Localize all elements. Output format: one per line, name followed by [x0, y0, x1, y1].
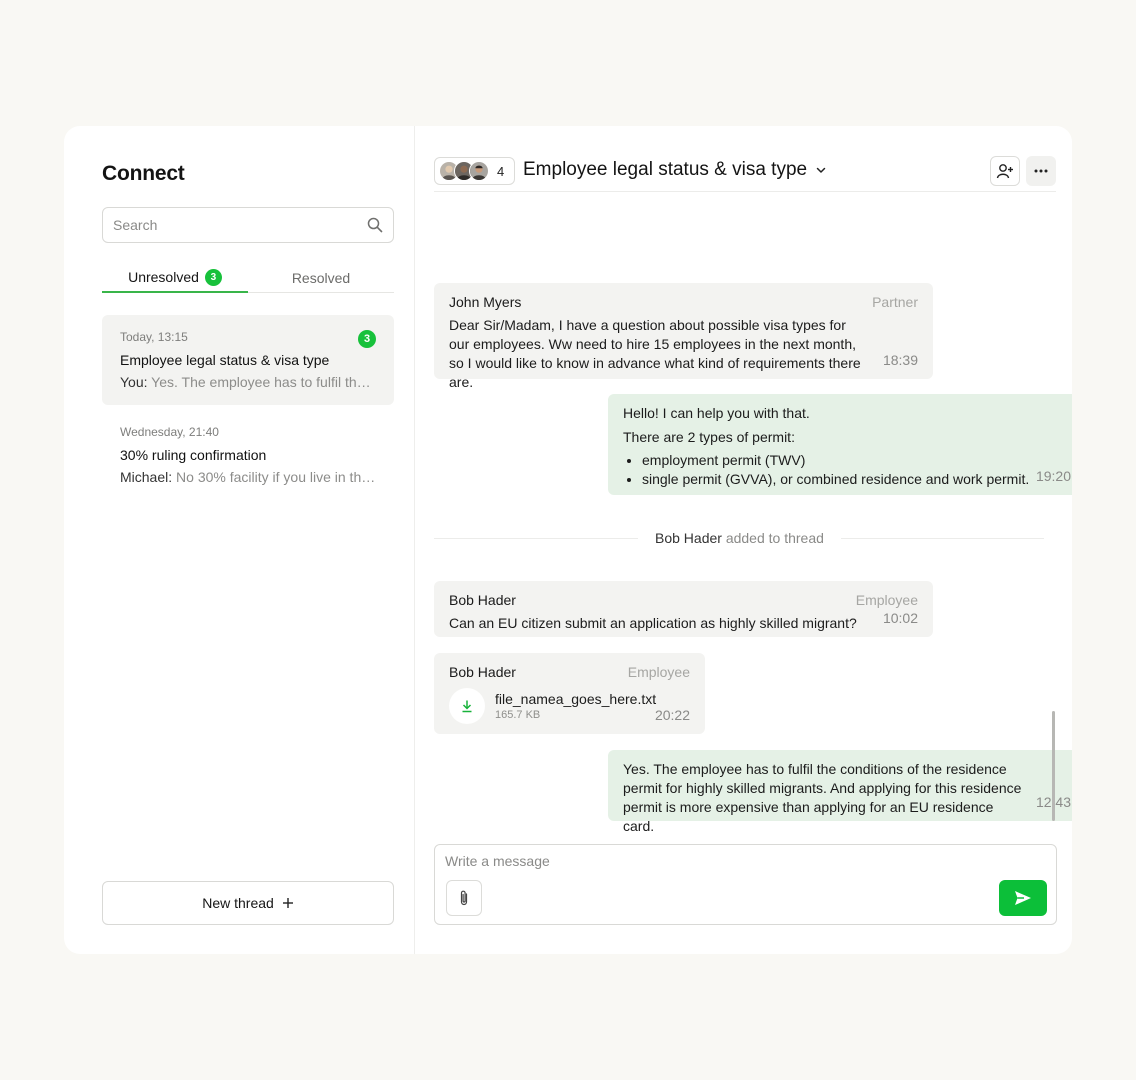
sender-name: John Myers	[449, 294, 522, 310]
message-text: Hello! I can help you with that.	[623, 405, 810, 421]
event-action: added to thread	[725, 530, 824, 546]
download-button[interactable]	[449, 688, 485, 724]
sender-role: Partner	[872, 294, 918, 310]
preview-sender: Michael:	[120, 469, 173, 485]
file-attachment[interactable]: file_namea_goes_here.txt 165.7 KB	[449, 688, 690, 724]
thread-tabs: Unresolved 3 Resolved	[102, 263, 394, 293]
tab-label: Resolved	[291, 270, 351, 286]
paperclip-icon	[460, 890, 468, 906]
sender-role: Employee	[627, 664, 690, 680]
incoming-file-message: Bob Hader Employee file_namea_goes_here.…	[434, 653, 705, 734]
message-text: Can an EU citizen submit an application …	[449, 615, 857, 631]
outgoing-message: Yes. The employee has to fulfil the cond…	[608, 750, 1072, 834]
thread-unread-badge: 3	[358, 330, 376, 348]
thread-preview: Michael: No 30% facility if you live in …	[120, 469, 376, 485]
search-icon[interactable]	[367, 217, 383, 233]
page-background: Connect Unresolved 3 Resolved Today, 13	[0, 0, 1136, 1080]
unresolved-count-badge: 3	[204, 268, 222, 286]
conversation-title-dropdown[interactable]: Employee legal status & visa type	[523, 159, 827, 181]
app-window: Connect Unresolved 3 Resolved Today, 13	[64, 126, 1072, 954]
thread-time: Wednesday, 21:40	[120, 425, 219, 439]
chevron-down-icon	[816, 167, 826, 173]
search-input[interactable]	[113, 208, 363, 242]
list-item: employment permit (TWV)	[642, 451, 1072, 470]
send-icon	[1015, 891, 1031, 905]
file-size: 165.7 KB	[495, 709, 541, 721]
new-thread-label: New thread	[202, 895, 274, 911]
outgoing-message: Hello! I can help you with that. There a…	[608, 394, 1072, 495]
message-header: Bob Hader Employee	[449, 591, 918, 610]
message-composer	[434, 844, 1057, 925]
message-meta: 19:20	[1036, 467, 1072, 486]
incoming-message: John Myers Partner Dear Sir/Madam, I hav…	[434, 283, 933, 390]
message-input[interactable]	[445, 853, 1005, 875]
thread-item[interactable]: Wednesday, 21:40 30% ruling confirmation…	[102, 410, 394, 500]
conversation-header: 4 Employee legal status & visa type	[434, 156, 1056, 192]
system-event-text: Bob Hader added to thread	[638, 530, 841, 546]
conversation-title: Employee legal status & visa type	[523, 159, 808, 180]
tab-resolved[interactable]: Resolved	[248, 263, 394, 293]
event-person: Bob Hader	[655, 530, 722, 546]
sidebar: Connect Unresolved 3 Resolved Today, 13	[64, 126, 415, 954]
sender-name: Bob Hader	[449, 592, 516, 608]
participant-count: 4	[497, 164, 505, 179]
tab-unresolved[interactable]: Unresolved 3	[102, 263, 248, 293]
incoming-message: Bob Hader Employee Can an EU citizen sub…	[434, 581, 933, 637]
list-item: single permit (GVVA), or combined reside…	[642, 470, 1072, 489]
message-time: 19:20	[1035, 468, 1071, 484]
message-time: 18:39	[882, 352, 918, 368]
message-text: There are 2 types of permit:	[623, 429, 795, 445]
message-header: Bob Hader Employee	[449, 663, 690, 682]
message-header: John Myers Partner	[449, 293, 918, 312]
preview-text: Yes. The employee has to fulfil the cond…	[151, 374, 376, 390]
message-time: 10:02	[882, 610, 918, 626]
sender-name: Bob Hader	[449, 664, 516, 680]
thread-time: Today, 13:15	[120, 330, 188, 344]
sender-role: Employee	[855, 592, 918, 608]
permit-list: employment permit (TWV) single permit (G…	[642, 451, 1072, 489]
tab-label: Unresolved	[128, 269, 199, 285]
file-info: file_namea_goes_here.txt 165.7 KB	[495, 690, 656, 722]
add-person-icon	[996, 164, 1013, 179]
plus-icon	[282, 898, 293, 908]
search-box	[102, 207, 394, 243]
more-options-button[interactable]	[1026, 156, 1056, 186]
message-text: Dear Sir/Madam, I have a question about …	[449, 317, 861, 390]
file-name: file_namea_goes_here.txt	[495, 691, 657, 707]
conversation-panel: 4 Employee legal status & visa type John…	[415, 126, 1072, 954]
new-thread-button[interactable]: New thread	[102, 881, 394, 925]
preview-sender: You:	[120, 374, 148, 390]
app-title: Connect	[102, 162, 185, 185]
add-participant-button[interactable]	[990, 156, 1020, 186]
participants-button[interactable]: 4	[434, 157, 515, 185]
scrollbar[interactable]	[1052, 711, 1055, 821]
thread-title: Employee legal status & visa type	[120, 352, 330, 368]
download-icon	[462, 700, 472, 713]
thread-preview: You: Yes. The employee has to fulfil the…	[120, 374, 376, 390]
avatar	[469, 161, 489, 181]
message-time: 20:22	[654, 707, 690, 723]
send-button[interactable]	[999, 880, 1047, 916]
attach-button[interactable]	[446, 880, 482, 916]
preview-text: No 30% facility if you live in the borde…	[176, 469, 376, 485]
more-icon	[1034, 169, 1048, 173]
thread-title: 30% ruling confirmation	[120, 447, 267, 463]
message-text: Yes. The employee has to fulfil the cond…	[623, 761, 1022, 834]
system-event: Bob Hader added to thread	[434, 530, 1044, 546]
thread-item-selected[interactable]: Today, 13:15 3 Employee legal status & v…	[102, 315, 394, 405]
